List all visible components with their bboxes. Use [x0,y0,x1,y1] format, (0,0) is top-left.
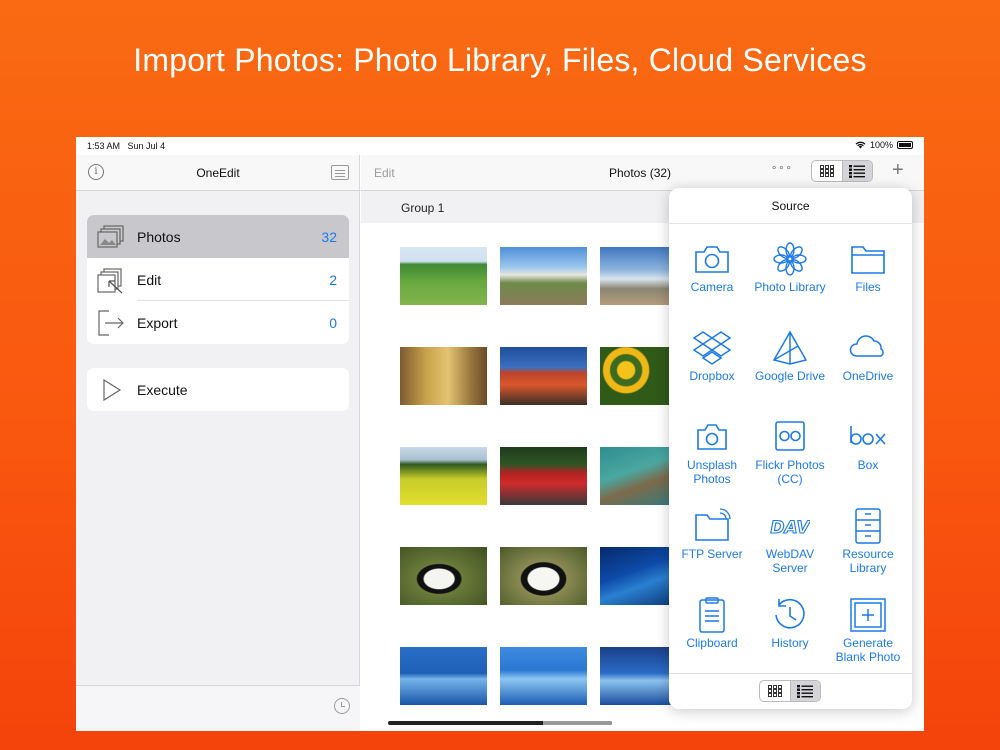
headline: Import Photos: Photo Library, Files, Clo… [133,42,867,78]
source-box[interactable]: Box [829,418,907,472]
source-photo-library[interactable]: Photo Library [751,240,829,294]
ftp-folder-icon [695,508,731,541]
photo-thumbnail[interactable] [400,247,487,305]
svg-text:DAV: DAV [770,518,810,538]
source-dropbox[interactable]: Dropbox [673,329,751,383]
add-button[interactable]: + [892,159,904,182]
source-grid: Camera Photo Library Files Dropbox Googl… [669,224,912,673]
popover-view-toggle [759,680,821,702]
sidebar-item-label: Edit [137,271,162,288]
grid-view-icon[interactable] [812,161,842,181]
source-history[interactable]: History [751,596,829,650]
sidebar-item-export[interactable]: Export 0 [87,301,349,344]
edit-icon [97,267,123,293]
page-title: Photos (32) [609,166,672,180]
scroll-indicator [388,721,612,725]
photo-thumbnail[interactable] [500,347,587,405]
sidebar-item-photos[interactable]: Photos 32 [87,215,349,258]
more-icon[interactable]: ∘∘∘ [771,163,793,174]
execute-button[interactable]: Execute [87,368,349,411]
source-webdav[interactable]: DAV WebDAV Server [751,507,829,575]
source-flickr[interactable]: Flickr Photos (CC) [751,418,829,486]
history-icon[interactable] [334,698,350,714]
onedrive-icon [849,335,884,357]
unsplash-camera-icon [697,424,727,450]
sidebar-title: OneEdit [196,166,240,180]
flickr-icon [775,421,805,451]
sidebar-navbar: i OneEdit [76,155,359,191]
execute-label: Execute [137,381,188,398]
source-onedrive[interactable]: OneDrive [829,329,907,383]
dropbox-icon [692,331,732,365]
source-generate-blank[interactable]: Generate Blank Photo [829,596,907,664]
sidebar-toggle-icon[interactable] [331,165,349,180]
photo-library-icon [773,242,807,276]
grid-view-icon[interactable] [760,681,790,701]
execute-card: Execute [87,368,349,411]
battery-percent: 100% [869,140,893,150]
battery-icon [897,141,913,149]
sidebar-item-label: Export [137,314,178,331]
source-unsplash[interactable]: Unsplash Photos [673,418,751,486]
box-icon [850,426,886,445]
list-view-icon[interactable] [842,161,872,181]
sidebar-item-edit[interactable]: Edit 2 [87,258,349,301]
popover-toolbar [669,673,912,709]
source-ftp-server[interactable]: FTP Server [673,507,751,561]
photo-thumbnail[interactable] [400,447,487,505]
wifi-icon [855,141,866,149]
app-window: 1:53 AM Sun Jul 4 100% i OneEdit Photos … [76,137,924,731]
play-icon [103,378,122,401]
status-date: Sun Jul 4 [127,141,166,151]
photo-thumbnail[interactable] [400,347,487,405]
photo-thumbnail[interactable] [400,547,487,605]
sidebar-list: Photos 32 Edit 2 Export 0 [87,215,349,344]
sidebar-toolbar [76,685,360,731]
source-clipboard[interactable]: Clipboard [673,596,751,650]
photo-thumbnail[interactable] [500,547,587,605]
export-icon [98,309,124,336]
camera-icon [695,246,729,273]
history-icon [775,598,805,629]
source-camera[interactable]: Camera [673,240,751,294]
photos-icon [97,224,124,248]
list-view-icon[interactable] [790,681,820,701]
edit-button[interactable]: Edit [374,166,395,180]
source-google-drive[interactable]: Google Drive [751,329,829,383]
status-time: 1:53 AM [87,141,121,151]
cabinet-icon [855,508,881,544]
photo-thumbnail[interactable] [500,247,587,305]
sidebar-item-count: 32 [321,228,337,245]
group-label: Group 1 [401,201,445,215]
photo-thumbnail[interactable] [400,647,487,705]
status-bar: 1:53 AM Sun Jul 4 100% [76,137,924,155]
source-popover: Source Camera Photo Library Files Dropbo… [669,188,912,709]
photo-thumbnail[interactable] [500,447,587,505]
generate-blank-icon [850,598,886,632]
photo-thumbnail[interactable] [500,647,587,705]
sidebar-item-count: 0 [329,314,337,331]
source-files[interactable]: Files [829,240,907,294]
sidebar: i OneEdit Photos 32 Edit 2 Export 0 Exec… [76,155,360,731]
source-resource-library[interactable]: Resource Library [829,507,907,575]
sidebar-item-label: Photos [137,228,181,245]
popover-title: Source [669,188,912,224]
webdav-icon: DAV [770,517,810,538]
clipboard-icon [699,597,725,633]
folder-icon [851,246,885,274]
main-navbar: Edit Photos (32) ∘∘∘ + [361,155,924,191]
google-drive-icon [772,330,808,365]
sidebar-item-count: 2 [329,271,337,288]
view-mode-toggle [811,160,873,182]
